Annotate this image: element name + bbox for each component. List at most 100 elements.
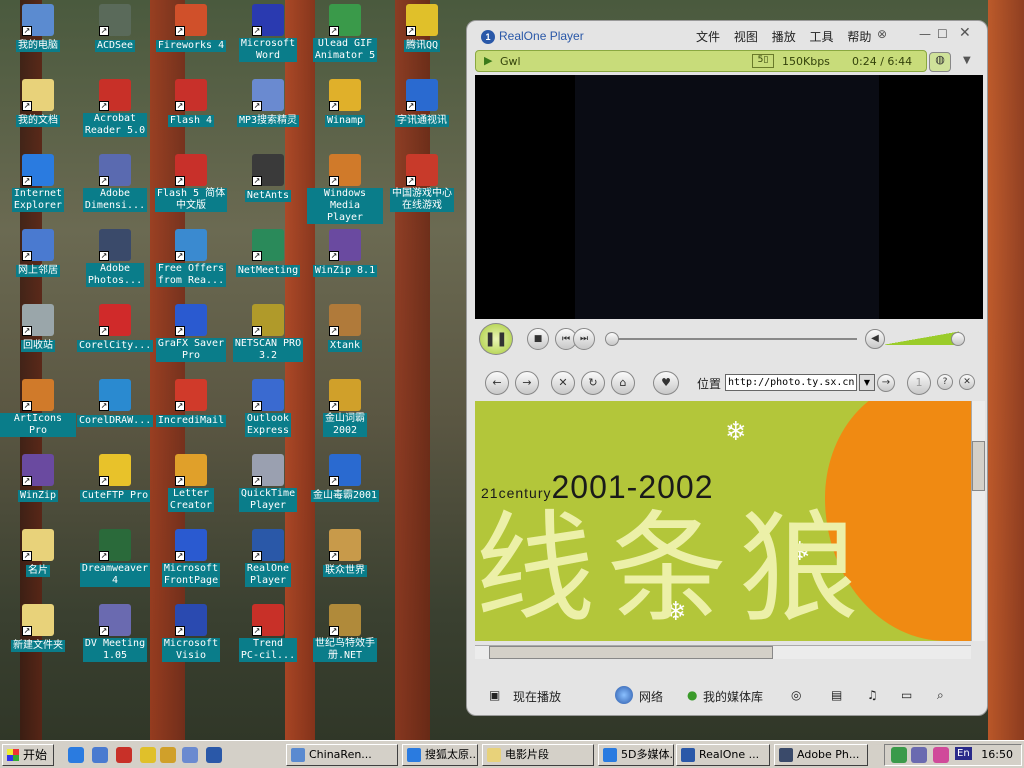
desktop-icon[interactable]: ↗ QuickTime Player (230, 454, 306, 512)
maximize-button[interactable]: ☐ (937, 27, 948, 41)
desktop-icon[interactable]: ↗ 回收站 (0, 304, 76, 352)
desktop-icon[interactable]: ↗ 我的电脑 (0, 4, 76, 52)
taskbar-button[interactable]: 搜狐太原... (402, 744, 478, 766)
taskbar-button[interactable]: Adobe Ph... (774, 744, 868, 766)
cd-icon[interactable]: ◎ (791, 688, 801, 702)
menu-view[interactable]: 视图 (734, 30, 758, 44)
hscroll-thumb[interactable] (489, 646, 773, 659)
realone-nav-icon[interactable]: 1 (907, 371, 931, 395)
desktop-icon[interactable]: ↗ NETSCAN PRO 3.2 (230, 304, 306, 362)
tray-network-icon[interactable] (911, 747, 927, 763)
desktop-icon[interactable]: ↗ RealOne Player (230, 529, 306, 587)
desktop-icon[interactable]: ↗ Letter Creator (153, 454, 229, 512)
desktop-icon[interactable]: ↗ CorelCity... (77, 304, 154, 352)
desktop-icon[interactable]: ↗ WinZip 8.1 (307, 229, 383, 277)
taskbar-button[interactable]: 电影片段 (482, 744, 594, 766)
taskbar-button[interactable]: ChinaRen... (286, 744, 398, 766)
volume-slider[interactable] (885, 331, 959, 345)
desktop-icon[interactable]: ↗ Ulead GIF Animator 5 (307, 4, 383, 62)
desktop-icon[interactable]: ↗ ACDSee (77, 4, 153, 52)
menu-help[interactable]: 帮助 (847, 30, 871, 44)
desktop-icon[interactable]: ↗ Winamp (307, 79, 383, 127)
edit-quicklaunch-icon[interactable] (182, 747, 198, 763)
desktop-icon[interactable]: ↗ ArtIcons Pro (0, 379, 76, 437)
desktop-icon[interactable]: ↗ WinZip (0, 454, 76, 502)
taskbar-button[interactable]: 5D多媒体... (598, 744, 674, 766)
desktop-icon[interactable]: ↗ GraFX Saver Pro (153, 304, 229, 362)
favorites-button[interactable]: ♥ (653, 371, 679, 395)
desktop-icon[interactable]: ↗ Fireworks 4 (153, 4, 229, 52)
desktop-icon[interactable]: ↗ NetMeeting (230, 229, 306, 277)
desktop-icon[interactable]: ↗ MP3搜索精灵 (230, 79, 306, 127)
tab-media-library[interactable]: 我的媒体库 (703, 688, 763, 705)
pencil-quicklaunch-icon[interactable] (160, 747, 176, 763)
desktop-icon[interactable]: ↗ Adobe Dimensi... (77, 154, 153, 212)
desktop-icon[interactable]: ↗ Flash 4 (153, 79, 229, 127)
close-browser-icon[interactable]: ✕ (959, 374, 975, 390)
chevron-down-icon[interactable]: ▼ (963, 55, 971, 66)
menu-play[interactable]: 播放 (772, 30, 796, 44)
desktop-icon[interactable]: ↗ Microsoft Word (230, 4, 306, 62)
minimize-button[interactable]: — (919, 27, 931, 41)
desktop-icon[interactable]: ↗ Outlook Express (230, 379, 306, 437)
desktop-icon[interactable]: ↗ 腾讯QQ (384, 4, 460, 52)
title-bar[interactable]: 1 RealOne Player 文件 视图 播放 工具 帮助 ⊗ — ☐ ✕ (467, 21, 987, 49)
desktop-icon[interactable]: ↗ Trend PC-cil... (230, 604, 306, 662)
next-button[interactable]: ⏭ (573, 328, 595, 350)
desktop-icon[interactable]: ↗ Microsoft Visio (153, 604, 229, 662)
desktop-icon[interactable]: ↗ Xtank (307, 304, 383, 352)
stop-button[interactable]: ■ (527, 328, 549, 350)
desktop-icon[interactable]: ↗ 新建文件夹 (0, 604, 76, 652)
tab-now-playing[interactable]: 现在播放 (513, 688, 561, 705)
desktop-icon[interactable]: ↗ IncrediMail (153, 379, 229, 427)
desktop-icon[interactable]: ↗ 世纪鸟特效手 册.NET (307, 604, 383, 662)
desktop-icon[interactable]: ↗ 金山词霸 2002 (307, 379, 383, 437)
desktop-icon[interactable]: ↗ 金山毒霸2001 (307, 454, 383, 502)
desktop-icon[interactable]: ↗ CuteFTP Pro (77, 454, 153, 502)
volume-thumb[interactable] (951, 332, 965, 346)
vertical-scrollbar[interactable] (971, 401, 985, 641)
info-icon[interactable]: ? (937, 374, 953, 390)
desktop-icon[interactable]: ↗ DV Meeting 1.05 (77, 604, 153, 662)
stats-icon[interactable]: 5▯ (752, 54, 774, 68)
realone-quicklaunch-icon[interactable] (206, 747, 222, 763)
window-icon[interactable]: ▭ (901, 688, 912, 702)
stop-load-button[interactable]: ✕ (551, 371, 575, 395)
desktop-icon[interactable]: ↗ 名片 (0, 529, 76, 577)
skin-icon[interactable]: ⊗ (877, 27, 887, 41)
speaker-icon[interactable]: ♫ (867, 688, 878, 702)
globe-icon[interactable]: ◍ (929, 52, 951, 72)
desktop-icon[interactable]: ↗ 字讯通视讯 (384, 79, 460, 127)
menu-file[interactable]: 文件 (696, 30, 720, 44)
qq-quicklaunch-icon[interactable] (140, 747, 156, 763)
desktop-icon[interactable]: ↗ Dreamweaver 4 (77, 529, 153, 587)
app-quicklaunch-icon[interactable] (116, 747, 132, 763)
desktop-icon[interactable]: ↗ 网上邻居 (0, 229, 76, 277)
menu-tools[interactable]: 工具 (810, 30, 834, 44)
seek-thumb[interactable] (605, 332, 619, 346)
seek-bar[interactable] (611, 338, 857, 340)
video-area[interactable] (475, 75, 983, 319)
desktop-icon[interactable]: ↗ Free Offers from Rea... (153, 229, 229, 287)
home-button[interactable]: ⌂ (611, 371, 635, 395)
desktop-icon[interactable]: ↗ Windows Media Player (307, 154, 383, 224)
horizontal-scrollbar[interactable] (475, 645, 971, 659)
desktop-icon[interactable]: ↗ 我的文档 (0, 79, 76, 127)
ie-quicklaunch-icon[interactable] (68, 747, 84, 763)
desktop-icon[interactable]: ↗ NetAnts (230, 154, 306, 202)
network-quicklaunch-icon[interactable] (92, 747, 108, 763)
start-button[interactable]: 开始 (2, 744, 54, 766)
scroll-thumb[interactable] (972, 441, 985, 491)
desktop-icon[interactable]: ↗ Internet Explorer (0, 154, 76, 212)
desktop-icon[interactable]: ↗ Microsoft FrontPage (153, 529, 229, 587)
desktop-icon[interactable]: ↗ 联众世界 (307, 529, 383, 577)
volume-icon[interactable]: ◀ (865, 329, 885, 349)
forward-button[interactable]: → (515, 371, 539, 395)
close-button[interactable]: ✕ (959, 25, 971, 41)
tab-network[interactable]: 网络 (639, 688, 663, 705)
tray-app-icon[interactable] (891, 747, 907, 763)
desktop-icon[interactable]: ↗ Acrobat Reader 5.0 (77, 79, 153, 137)
go-button[interactable]: → (877, 374, 895, 392)
url-dropdown-icon[interactable]: ▼ (859, 374, 875, 391)
url-input[interactable] (725, 374, 857, 391)
